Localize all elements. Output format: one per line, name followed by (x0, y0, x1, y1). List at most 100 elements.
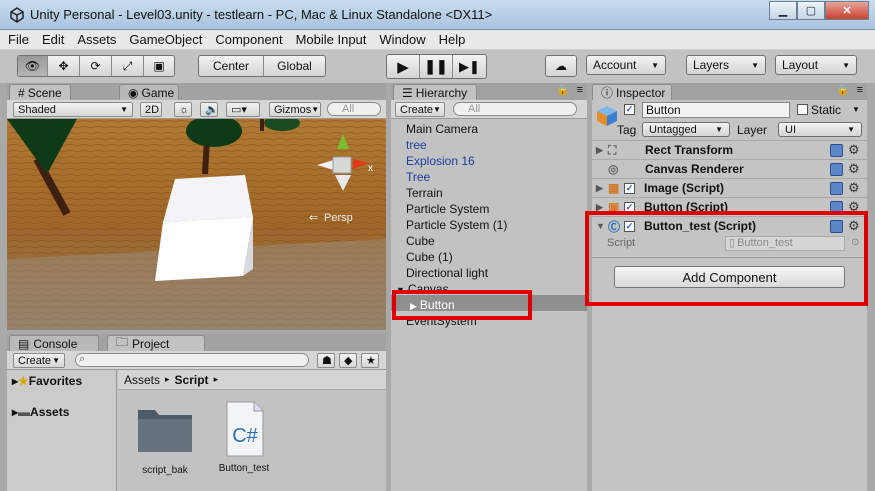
gear-icon[interactable]: ⚙ (848, 161, 860, 177)
account-dropdown[interactable]: Account (586, 55, 666, 75)
scale-tool-icon[interactable]: ⤢ (112, 56, 144, 76)
lock-icon[interactable]: 🔒 (837, 85, 849, 96)
shading-mode-dropdown[interactable]: Shaded ▼ (13, 102, 133, 117)
magnifier-icon: ⌕ (79, 353, 86, 365)
project-create-dropdown[interactable]: Create ▼ (13, 353, 65, 368)
tab-inspector[interactable]: ⓘ Inspector (592, 84, 672, 100)
static-label: Static (811, 103, 842, 117)
menu-edit[interactable]: Edit (42, 32, 64, 47)
hierarchy-create-label: Create (400, 103, 434, 116)
pivot-center-button[interactable]: Center (199, 56, 264, 76)
file-name: Button_test (218, 463, 270, 474)
scene-viewport[interactable]: x ⇐ Persp (7, 119, 386, 330)
tag-dropdown[interactable]: Untagged (642, 122, 730, 137)
canvas-renderer-icon: ◎ (608, 162, 619, 176)
breadcrumb-separator-icon: ▸ (213, 374, 219, 384)
hierarchy-item-cube[interactable]: Cube (406, 234, 435, 248)
center-label: Center (212, 59, 250, 73)
panel-menu-icon[interactable]: ≡ (577, 84, 583, 96)
cloud-button[interactable]: ☁ (545, 55, 577, 77)
image-enabled-checkbox[interactable]: ✓ (624, 182, 635, 194)
collapsed-arrow-icon: ▶ (596, 144, 603, 155)
layers-dropdown[interactable]: Layers (686, 55, 766, 75)
component-image[interactable]: ▶ ▦ ✓ Image (Script) (592, 178, 867, 197)
help-book-icon[interactable] (830, 163, 843, 176)
favorite-star-icon[interactable]: ★ (361, 353, 379, 368)
file-item-script-bak[interactable]: script_bak (135, 402, 201, 488)
menu-help[interactable]: Help (439, 32, 466, 47)
tab-project[interactable]: 🗀 Project (107, 335, 205, 351)
menu-mobile-input[interactable]: Mobile Input (296, 32, 367, 47)
help-book-icon[interactable] (830, 144, 843, 157)
audio-toggle-icon[interactable]: 🔈 (200, 102, 219, 117)
gear-icon[interactable]: ⚙ (848, 142, 860, 158)
scene-panel: # Scene ◉ Game Shaded ▼ 2D ☼ 🔈 ▭▾ Gizmos ▼ A… (7, 83, 386, 330)
menu-gameobject[interactable]: GameObject (129, 32, 202, 47)
gizmos-dropdown[interactable]: Gizmos ▼ (269, 102, 321, 117)
play-icon[interactable]: ▶ (387, 55, 420, 78)
pause-icon[interactable]: ❚❚ (420, 55, 453, 78)
tab-scene[interactable]: # Scene (9, 84, 71, 100)
breadcrumb-script[interactable]: Script (175, 373, 209, 387)
gear-icon[interactable]: ⚙ (848, 180, 860, 196)
move-tool-icon[interactable]: ✥ (48, 56, 80, 76)
layout-dropdown[interactable]: Layout (775, 55, 857, 75)
favorites-node[interactable]: ▸★Favorites (12, 374, 82, 388)
main-toolbar: 👁 ✥ ⟳ ⤢ ▣ Center Global ▶ ❚❚ ▶❚ ☁ Accoun… (0, 50, 875, 83)
csharp-script-icon: C# (226, 401, 264, 457)
static-dropdown-icon[interactable]: ▼ (852, 105, 860, 114)
file-name: script_bak (142, 465, 188, 476)
close-button[interactable]: ✕ (825, 1, 869, 20)
scene-search-input[interactable]: All (327, 102, 381, 116)
static-checkbox[interactable] (797, 104, 808, 115)
hierarchy-item-tree-prefab[interactable]: Tree (406, 170, 430, 184)
hierarchy-item-terrain[interactable]: Terrain (406, 186, 443, 200)
info-icon: ⓘ (601, 86, 614, 100)
hierarchy-item-tree[interactable]: tree (406, 138, 427, 152)
hierarchy-item-directional-light[interactable]: Directional light (406, 266, 488, 280)
hierarchy-search-input[interactable]: All (453, 102, 577, 116)
menu-file[interactable]: File (8, 32, 29, 47)
hierarchy-item-particle-system-1[interactable]: Particle System (1) (406, 218, 507, 232)
file-item-button-test[interactable]: C# Button_test (214, 400, 280, 486)
minimize-button[interactable]: ▁ (769, 1, 797, 20)
menu-assets[interactable]: Assets (77, 32, 116, 47)
hierarchy-create-dropdown[interactable]: Create ▼ (395, 102, 445, 117)
assets-node[interactable]: ▸▬Assets (12, 405, 69, 419)
breadcrumb-assets[interactable]: Assets (124, 373, 160, 387)
layer-dropdown[interactable]: UI (778, 122, 862, 137)
hierarchy-item-explosion[interactable]: Explosion 16 (406, 154, 475, 168)
layer-label: Layer (737, 123, 768, 137)
lock-icon[interactable]: 🔒 (557, 85, 569, 96)
transform-tools: 👁 ✥ ⟳ ⤢ ▣ (17, 55, 175, 77)
maximize-button[interactable]: ▢ (797, 1, 825, 20)
step-icon[interactable]: ▶❚ (453, 55, 486, 78)
hierarchy-tab-row: ☰ Hierarchy 🔒 ≡ (391, 83, 587, 100)
menu-component[interactable]: Component (215, 32, 282, 47)
effects-toggle-icon[interactable]: ▭▾ (226, 102, 260, 117)
hierarchy-item-main-camera[interactable]: Main Camera (406, 122, 478, 136)
help-book-icon[interactable] (830, 182, 843, 195)
component-canvas-renderer[interactable]: ◎ Canvas Renderer (592, 159, 867, 178)
rect-tool-icon[interactable]: ▣ (144, 56, 174, 76)
project-search-input[interactable]: ⌕ (75, 353, 309, 367)
filter-label-icon[interactable]: ◆ (339, 353, 357, 368)
view-tool-icon[interactable]: 👁 (18, 56, 48, 76)
persp-label[interactable]: Persp (324, 212, 353, 224)
component-rect-transform[interactable]: ▶ ⛶ Rect Transform (592, 140, 867, 159)
object-name-field[interactable]: Button (642, 102, 790, 118)
active-checkbox[interactable]: ✓ (624, 104, 635, 115)
rotate-tool-icon[interactable]: ⟳ (80, 56, 112, 76)
tab-console[interactable]: ▤ Console (9, 335, 99, 351)
hierarchy-item-cube-1[interactable]: Cube (1) (406, 250, 453, 264)
mode-2d-toggle[interactable]: 2D (140, 102, 162, 117)
lighting-toggle-icon[interactable]: ☼ (174, 102, 192, 117)
filter-type-icon[interactable]: ☗ (317, 353, 335, 368)
tab-hierarchy[interactable]: ☰ Hierarchy (393, 84, 477, 100)
project-create-label: Create (18, 354, 52, 367)
panel-menu-icon[interactable]: ≡ (857, 84, 863, 96)
pivot-global-button[interactable]: Global (264, 56, 325, 76)
hierarchy-item-particle-system[interactable]: Particle System (406, 202, 489, 216)
tab-game[interactable]: ◉ Game (119, 84, 179, 100)
menu-window[interactable]: Window (379, 32, 425, 47)
